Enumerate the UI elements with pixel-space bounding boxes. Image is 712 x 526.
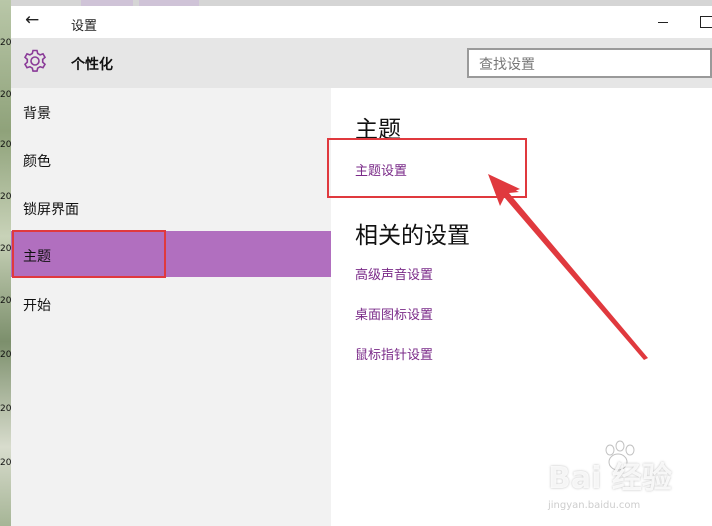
gear-icon [23,49,47,72]
sidebar-item-start[interactable]: 开始 [11,280,331,326]
advanced-sound-settings-link[interactable]: 高级声音设置 [355,264,433,283]
search-input[interactable]: 查找设置 [467,48,712,78]
desktop-background: 20 20 20 20 20 20 20 20 20 [0,0,11,526]
sidebar-item-colors[interactable]: 颜色 [11,136,331,182]
page-title: 个性化 [71,57,113,73]
sidebar-item-label: 背景 [23,106,51,122]
mouse-pointer-settings-link[interactable]: 鼠标指针设置 [355,344,433,363]
minimize-button[interactable] [656,8,672,34]
desktop-icon-label: 20 [0,140,12,150]
sidebar: 背景 颜色 锁屏界面 主题 开始 [11,88,331,526]
desktop-icon-label: 20 [0,404,12,414]
sidebar-item-label: 颜色 [23,154,51,170]
desktop-icon-label: 20 [0,192,12,202]
desktop-icon-label: 20 [0,244,12,254]
watermark-text: Bai 经验 [548,461,672,496]
desktop-icon-label: 20 [0,458,12,468]
desktop-icon-label: 20 [0,350,12,360]
desktop-icon-label: 20 [0,90,12,100]
annotation-box-themes-item [12,230,166,278]
sidebar-item-label: 锁屏界面 [23,202,79,218]
title-bar: ← 设置 [11,6,712,38]
sidebar-item-background[interactable]: 背景 [11,88,331,134]
desktop-icon-label: 20 [0,38,12,48]
desktop-icon-label: 20 [0,296,12,306]
section-title-related-settings: 相关的设置 [355,223,470,249]
window-title: 设置 [71,19,98,34]
watermark-url: jingyan.baidu.com [548,500,641,511]
annotation-box-theme-settings [327,138,527,198]
back-arrow-icon[interactable]: ← [25,10,39,30]
category-header: 个性化 查找设置 [11,38,712,88]
sidebar-item-label: 开始 [23,298,51,314]
sidebar-item-lock-screen[interactable]: 锁屏界面 [11,184,331,230]
desktop-icon-settings-link[interactable]: 桌面图标设置 [355,304,433,323]
maximize-button[interactable] [700,16,712,28]
